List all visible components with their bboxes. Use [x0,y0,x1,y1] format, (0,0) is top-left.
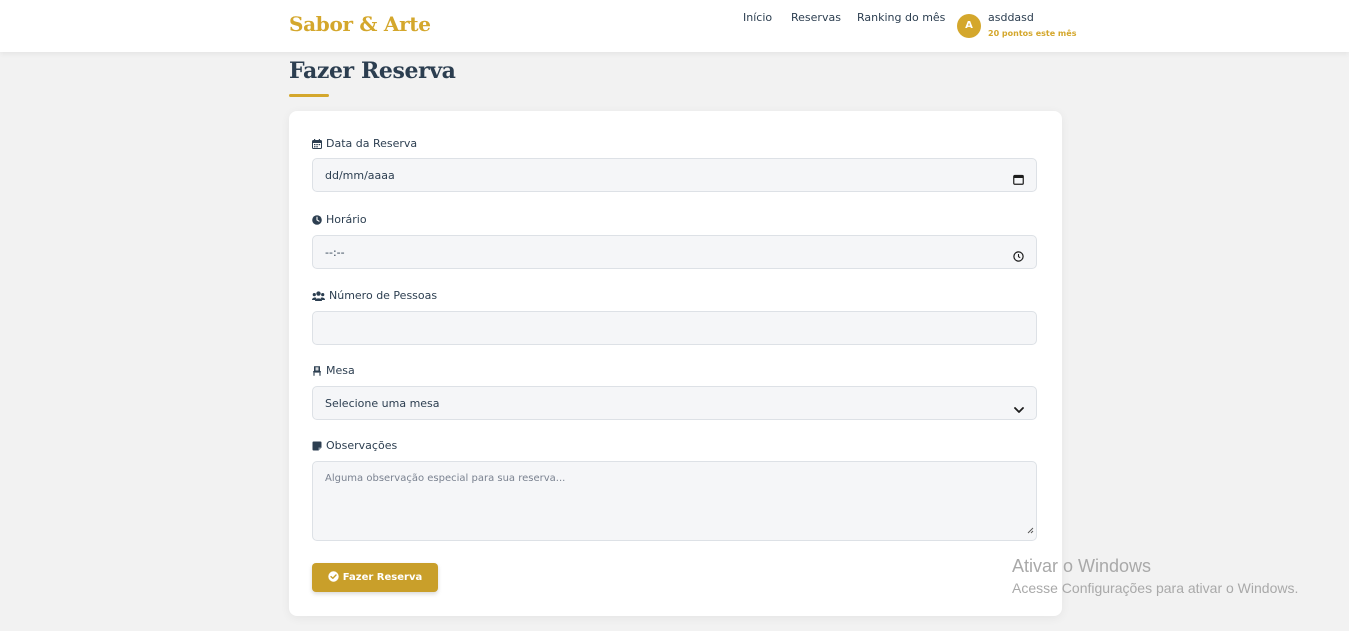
brand-logo[interactable]: Sabor & Arte [289,12,431,36]
windows-activation-subtitle: Acesse Configurações para ativar o Windo… [1012,580,1299,596]
calendar-picker-icon[interactable] [1013,170,1024,189]
check-circle-icon [328,570,339,585]
time-input[interactable]: --:-- [312,235,1037,269]
clock-picker-icon[interactable] [1013,247,1024,266]
page-title: Fazer Reserva [289,58,456,84]
chevron-down-icon [1014,399,1024,418]
clock-icon [312,214,322,225]
note-icon [312,441,322,451]
users-icon [312,290,325,301]
nav-link-inicio[interactable]: Início [743,11,772,24]
notes-label: Observações [312,439,397,452]
submit-button-label: Fazer Reserva [342,572,423,583]
table-label: Mesa [312,364,355,377]
title-underline [289,94,329,97]
resize-handle-icon[interactable] [1027,519,1034,538]
notes-placeholder: Alguma observação especial para sua rese… [325,473,566,484]
table-select-value: Selecione uma mesa [325,397,440,410]
date-label-text: Data da Reserva [326,137,418,150]
date-input-value: dd/mm/aaaa [325,169,395,182]
windows-activation-title: Ativar o Windows [1012,556,1152,576]
time-input-value: --:-- [325,246,345,259]
date-input[interactable]: dd/mm/aaaa [312,158,1037,192]
calendar-icon [312,138,322,149]
notes-textarea[interactable]: Alguma observação especial para sua rese… [312,461,1037,541]
top-navbar: Sabor & Arte Início Reservas Ranking do … [0,0,1349,52]
user-points: 20 pontos este mês [988,29,1077,38]
reservation-form-card: Data da Reserva dd/mm/aaaa Horário --:--… [289,111,1062,616]
people-input[interactable] [312,311,1037,345]
people-label: Número de Pessoas [312,289,437,302]
nav-link-ranking[interactable]: Ranking do mês [857,11,945,24]
user-name[interactable]: asddasd [988,11,1034,24]
nav-link-reservas[interactable]: Reservas [791,11,841,24]
date-label: Data da Reserva [312,137,417,150]
time-label: Horário [312,213,367,226]
user-avatar[interactable]: A [957,14,981,38]
notes-label-text: Observações [326,439,398,452]
time-label-text: Horário [326,213,367,226]
table-select[interactable]: Selecione uma mesa [312,386,1037,420]
chair-icon [312,365,322,376]
people-label-text: Número de Pessoas [329,289,438,302]
table-label-text: Mesa [326,364,355,377]
submit-reservation-button[interactable]: Fazer Reserva [312,563,438,592]
